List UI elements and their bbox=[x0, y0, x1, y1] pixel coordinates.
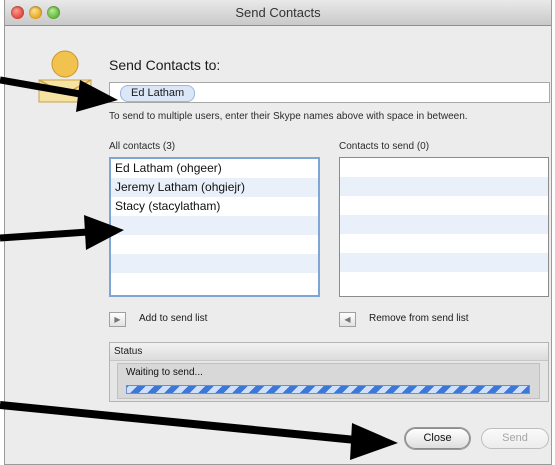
empty-row bbox=[340, 177, 548, 196]
contacts-to-send-list[interactable] bbox=[339, 157, 549, 297]
recipient-hint: To send to multiple users, enter their S… bbox=[109, 111, 468, 122]
send-contacts-window: Send Contacts Send Contacts to: Ed Latha… bbox=[4, 0, 552, 465]
send-to-heading: Send Contacts to: bbox=[109, 57, 221, 73]
empty-row bbox=[340, 234, 548, 253]
remove-from-send-list-button[interactable]: ◀ bbox=[339, 312, 356, 327]
empty-row bbox=[340, 272, 548, 291]
remove-from-send-list-label: Remove from send list bbox=[369, 313, 469, 324]
status-content: Waiting to send... bbox=[117, 363, 540, 399]
all-contacts-label: All contacts (3) bbox=[109, 141, 176, 152]
empty-row bbox=[111, 216, 318, 235]
close-button[interactable]: Close bbox=[405, 428, 470, 449]
progress-bar bbox=[126, 385, 530, 394]
recipient-token[interactable]: Ed Latham bbox=[120, 85, 196, 102]
status-panel: Status Waiting to send... bbox=[109, 342, 549, 402]
status-message: Waiting to send... bbox=[126, 367, 203, 378]
empty-row bbox=[340, 196, 548, 215]
empty-row bbox=[111, 254, 318, 273]
contacts-to-send-label: Contacts to send (0) bbox=[339, 141, 430, 152]
contact-envelope-icon bbox=[38, 50, 92, 103]
status-title: Status bbox=[114, 346, 143, 357]
add-to-send-list-label: Add to send list bbox=[139, 313, 208, 324]
empty-row bbox=[340, 158, 548, 177]
add-to-send-list-button[interactable]: ▶ bbox=[109, 312, 126, 327]
contact-list-item[interactable]: Jeremy Latham (ohgiejr) bbox=[111, 178, 318, 197]
contact-list-item[interactable]: Ed Latham (ohgeer) bbox=[111, 159, 318, 178]
empty-row bbox=[340, 253, 548, 272]
empty-row bbox=[111, 273, 318, 292]
empty-row bbox=[111, 235, 318, 254]
contact-list-item[interactable]: Stacy (stacylatham) bbox=[111, 197, 318, 216]
play-arrow-icon: ▶ bbox=[114, 315, 121, 324]
status-header: Status bbox=[110, 343, 548, 361]
send-button[interactable]: Send bbox=[481, 428, 549, 449]
recipient-input[interactable]: Ed Latham bbox=[109, 82, 550, 103]
all-contacts-list[interactable]: Ed Latham (ohgeer) Jeremy Latham (ohgiej… bbox=[109, 157, 320, 297]
title-bar[interactable]: Send Contacts bbox=[5, 0, 551, 26]
window-title: Send Contacts bbox=[235, 5, 321, 20]
empty-row bbox=[340, 215, 548, 234]
back-arrow-icon: ◀ bbox=[344, 315, 351, 324]
